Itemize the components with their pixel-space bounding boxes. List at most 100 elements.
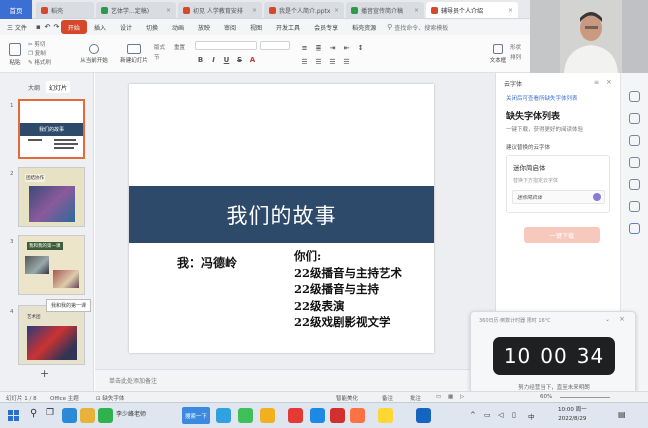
tab-doc-broadcast[interactable]: 播音宣传简介稿 ×: [346, 2, 424, 18]
outdent-icon[interactable]: ⇤: [342, 43, 351, 52]
zoom-slider[interactable]: [560, 397, 610, 398]
tab-doc-arts[interactable]: 艺体学...定稿) ×: [96, 2, 176, 18]
font-size-select[interactable]: [260, 41, 290, 50]
save-icon[interactable]: ▪: [34, 23, 43, 32]
add-slide-button[interactable]: +: [40, 367, 49, 380]
volume-icon[interactable]: ◁: [498, 411, 503, 419]
font-name-select[interactable]: [195, 41, 257, 50]
battery-icon[interactable]: ▯: [512, 411, 516, 419]
animation-icon[interactable]: [629, 179, 640, 190]
app-icon[interactable]: [330, 408, 345, 423]
transition-icon[interactable]: [629, 157, 640, 168]
app-icon[interactable]: [350, 408, 365, 423]
comments-toggle[interactable]: 批注: [410, 394, 421, 402]
indent-icon[interactable]: ⇥: [328, 43, 337, 52]
cloud-font-icon[interactable]: [629, 223, 640, 234]
italic-icon[interactable]: I: [209, 55, 218, 64]
app-icon[interactable]: [216, 408, 231, 423]
paste-button[interactable]: 粘贴: [6, 39, 24, 69]
app-icon[interactable]: [238, 408, 253, 423]
missing-fonts-link[interactable]: 关闭后可查看所缺失字体列表: [506, 94, 578, 102]
bullet-list-icon[interactable]: ≡: [300, 43, 309, 52]
font-color-icon[interactable]: A: [248, 55, 257, 64]
input-language[interactable]: 中: [528, 411, 535, 421]
help-icon[interactable]: [629, 201, 640, 212]
menu-view[interactable]: 视图: [243, 20, 269, 34]
menu-animation[interactable]: 动画: [165, 20, 191, 34]
start-menu-icon[interactable]: [8, 410, 19, 421]
close-icon[interactable]: ×: [414, 7, 419, 14]
tab-slides[interactable]: 幻灯片: [46, 81, 70, 93]
reset-button[interactable]: 重置: [174, 43, 185, 51]
task-view-icon[interactable]: ❐: [46, 408, 54, 418]
taskbar-user[interactable]: 李少峰老师: [116, 409, 146, 418]
beautify-button[interactable]: 智能美化: [336, 394, 358, 402]
play-from-current-button[interactable]: 从当前开始: [80, 39, 108, 69]
align-left-icon[interactable]: ☰: [300, 57, 309, 66]
align-right-icon[interactable]: ☰: [328, 57, 337, 66]
justify-icon[interactable]: ☰: [342, 57, 351, 66]
copy-button[interactable]: ❐ 复制: [28, 50, 51, 59]
adjust-icon[interactable]: [629, 135, 640, 146]
app-icon[interactable]: [260, 408, 275, 423]
tab-doc-counselor[interactable]: 辅导员个人介绍 ×: [426, 2, 518, 18]
close-icon[interactable]: ×: [606, 78, 612, 86]
close-icon[interactable]: ×: [252, 7, 257, 14]
clock[interactable]: 10:00 周一 2022/8/29: [558, 406, 587, 424]
slide-presenter-name[interactable]: 我：冯德岭: [177, 254, 237, 271]
cut-button[interactable]: ✂ 剪切: [28, 41, 51, 50]
app-icon[interactable]: [378, 408, 393, 423]
slide-thumb-4[interactable]: 艺术团: [18, 305, 85, 365]
tab-doc-intro[interactable]: 我是个人简介.pptx ×: [264, 2, 344, 18]
tab-outline[interactable]: 大纲: [24, 81, 44, 93]
menu-daoke-resources[interactable]: 稻壳资源: [345, 20, 383, 34]
slide-canvas[interactable]: 我们的故事 我：冯德岭 你们: 22级播音与主持艺术 22级播音与主持 22级表…: [129, 84, 434, 353]
countdown-timer-widget[interactable]: 360日历·倒数计时器 限时 16°C ⌄ × 10 00 34 努力经营当下，…: [470, 311, 636, 395]
numbered-list-icon[interactable]: ≣: [314, 43, 323, 52]
line-spacing-icon[interactable]: ↕: [356, 43, 365, 52]
zoom-level[interactable]: 60%: [540, 394, 552, 400]
strikethrough-icon[interactable]: S: [235, 55, 244, 64]
search-icon[interactable]: ⚲: [30, 408, 37, 419]
format-painter-button[interactable]: ✎ 格式刷: [28, 59, 51, 68]
collapse-icon[interactable]: ⌄: [605, 316, 610, 323]
network-icon[interactable]: ▭: [484, 411, 491, 419]
undo-icon[interactable]: ↶: [43, 23, 52, 32]
edge-icon[interactable]: [62, 408, 77, 423]
wps-icon[interactable]: [288, 408, 303, 423]
close-icon[interactable]: ×: [334, 7, 339, 14]
command-search[interactable]: ⚲ 查找命令、搜索模板: [387, 23, 448, 32]
taskbar-search-box[interactable]: 搜索一下: [182, 407, 210, 424]
tab-daoke[interactable]: 稻壳: [36, 2, 94, 18]
underline-icon[interactable]: U: [222, 55, 231, 64]
download-fonts-button[interactable]: 一键下载: [524, 227, 600, 243]
notes-area[interactable]: 单击此处添加备注: [95, 369, 495, 391]
slide-thumb-2[interactable]: 团结协作: [18, 167, 85, 227]
align-center-icon[interactable]: ☰: [314, 57, 323, 66]
notification-icon[interactable]: ▤: [618, 410, 626, 419]
redo-icon[interactable]: ↷: [52, 23, 61, 32]
new-slide-button[interactable]: 新建幻灯片: [118, 39, 150, 69]
missing-font-status[interactable]: ⊡ 缺失字体: [96, 394, 124, 402]
menu-review[interactable]: 审阅: [217, 20, 243, 34]
close-icon[interactable]: ×: [619, 315, 625, 323]
close-icon[interactable]: ×: [508, 7, 513, 14]
close-icon[interactable]: ×: [166, 7, 171, 14]
menu-slideshow[interactable]: 放映: [191, 20, 217, 34]
menu-start[interactable]: 开始: [60, 20, 87, 34]
menu-developer[interactable]: 开发工具: [269, 20, 307, 34]
menu-transition[interactable]: 切换: [139, 20, 165, 34]
home-tab[interactable]: 首页: [0, 0, 32, 19]
panel-menu-icon[interactable]: ≡: [594, 79, 599, 86]
select-icon[interactable]: [629, 113, 640, 124]
font-select[interactable]: 迷你简启体: [512, 190, 605, 204]
wechat-icon[interactable]: [98, 408, 113, 423]
layout-button[interactable]: 版式: [154, 43, 165, 53]
menu-insert[interactable]: 插入: [87, 20, 113, 34]
tab-doc-schedule[interactable]: 初见 人学教育安排 ×: [178, 2, 262, 18]
slide-title[interactable]: 我们的故事: [227, 200, 337, 230]
notes-toggle[interactable]: 备注: [382, 394, 393, 402]
arrange-button[interactable]: 排列: [510, 53, 521, 63]
app-icon[interactable]: [310, 408, 325, 423]
pin-icon[interactable]: [629, 91, 640, 102]
